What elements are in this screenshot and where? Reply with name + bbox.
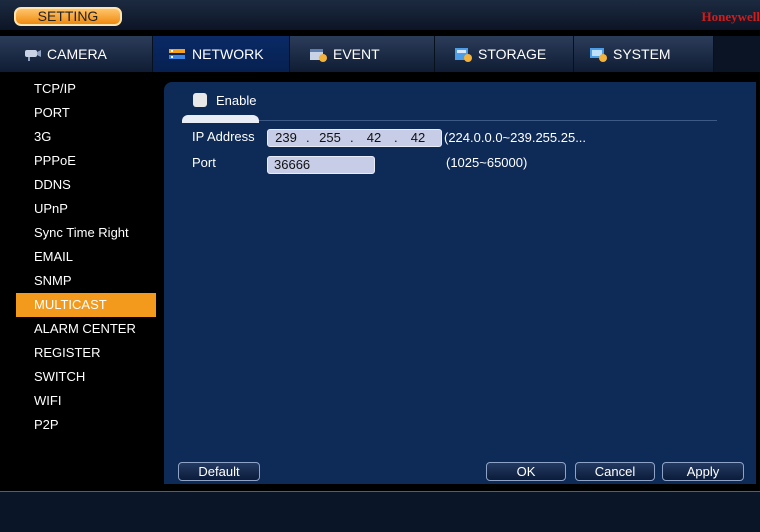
sidebar: TCP/IP PORT 3G PPPoE DDNS UPnP Sync Time… bbox=[16, 77, 156, 467]
port-label: Port bbox=[192, 155, 216, 170]
sidebar-item-tcpip[interactable]: TCP/IP bbox=[16, 77, 156, 101]
sidebar-item-alarm-center[interactable]: ALARM CENTER bbox=[16, 317, 156, 341]
ok-button[interactable]: OK bbox=[486, 462, 566, 481]
ip-octet-4[interactable]: 42 bbox=[402, 130, 434, 146]
tab-camera[interactable]: CAMERA bbox=[0, 36, 153, 72]
tab-camera-label: CAMERA bbox=[47, 46, 107, 62]
setting-title-tab[interactable]: SETTING bbox=[14, 7, 122, 26]
cancel-button[interactable]: Cancel bbox=[575, 462, 655, 481]
tab-system-label: SYSTEM bbox=[613, 46, 671, 62]
port-range-hint: (1025~65000) bbox=[446, 155, 527, 170]
tab-storage-label: STORAGE bbox=[478, 46, 546, 62]
default-button[interactable]: Default bbox=[178, 462, 260, 481]
sidebar-item-port[interactable]: PORT bbox=[16, 101, 156, 125]
tab-network[interactable]: NETWORK bbox=[153, 36, 290, 72]
ip-address-label: IP Address bbox=[192, 129, 255, 144]
ip-dot: . bbox=[350, 130, 354, 146]
ip-address-field[interactable]: 239 . 255 . 42 . 42 bbox=[267, 129, 442, 147]
sidebar-item-pppoe[interactable]: PPPoE bbox=[16, 149, 156, 173]
event-icon bbox=[308, 46, 328, 62]
sidebar-item-sync-time-right[interactable]: Sync Time Right bbox=[16, 221, 156, 245]
sidebar-item-register[interactable]: REGISTER bbox=[16, 341, 156, 365]
multicast-panel: Enable IP Address 239 . 255 . 42 . 42 (2… bbox=[164, 82, 756, 484]
sidebar-item-wifi[interactable]: WIFI bbox=[16, 389, 156, 413]
ip-octet-1[interactable]: 239 bbox=[270, 130, 302, 146]
camera-icon bbox=[22, 46, 42, 62]
storage-icon bbox=[453, 46, 473, 62]
sidebar-item-upnp[interactable]: UPnP bbox=[16, 197, 156, 221]
enable-label: Enable bbox=[216, 93, 256, 108]
ip-octet-3[interactable]: 42 bbox=[358, 130, 390, 146]
main-tab-bar: CAMERA NETWORK EVENT STORAGE bbox=[0, 36, 760, 72]
apply-button[interactable]: Apply bbox=[662, 462, 744, 481]
top-bar: SETTING Honeywell bbox=[0, 0, 760, 30]
port-field[interactable]: 36666 bbox=[267, 156, 375, 174]
sidebar-item-p2p[interactable]: P2P bbox=[16, 413, 156, 437]
ip-dot: . bbox=[394, 130, 398, 146]
tab-event[interactable]: EVENT bbox=[290, 36, 435, 72]
ip-range-hint: (224.0.0.0~239.255.25... bbox=[444, 130, 586, 145]
network-icon bbox=[167, 46, 187, 62]
ip-dot: . bbox=[306, 130, 310, 146]
sidebar-item-email[interactable]: EMAIL bbox=[16, 245, 156, 269]
enable-checkbox[interactable] bbox=[193, 93, 207, 107]
section-divider bbox=[182, 120, 717, 121]
sidebar-item-multicast[interactable]: MULTICAST bbox=[16, 293, 156, 317]
section-tab bbox=[182, 115, 259, 123]
tab-network-label: NETWORK bbox=[192, 46, 264, 62]
tab-system[interactable]: SYSTEM bbox=[574, 36, 714, 72]
tab-event-label: EVENT bbox=[333, 46, 380, 62]
tab-storage[interactable]: STORAGE bbox=[435, 36, 574, 72]
ip-octet-2[interactable]: 255 bbox=[314, 130, 346, 146]
sidebar-item-switch[interactable]: SWITCH bbox=[16, 365, 156, 389]
system-icon bbox=[588, 46, 608, 62]
sidebar-item-ddns[interactable]: DDNS bbox=[16, 173, 156, 197]
brand-logo: Honeywell bbox=[702, 9, 760, 25]
sidebar-item-snmp[interactable]: SNMP bbox=[16, 269, 156, 293]
sidebar-item-3g[interactable]: 3G bbox=[16, 125, 156, 149]
status-bar bbox=[0, 491, 760, 532]
